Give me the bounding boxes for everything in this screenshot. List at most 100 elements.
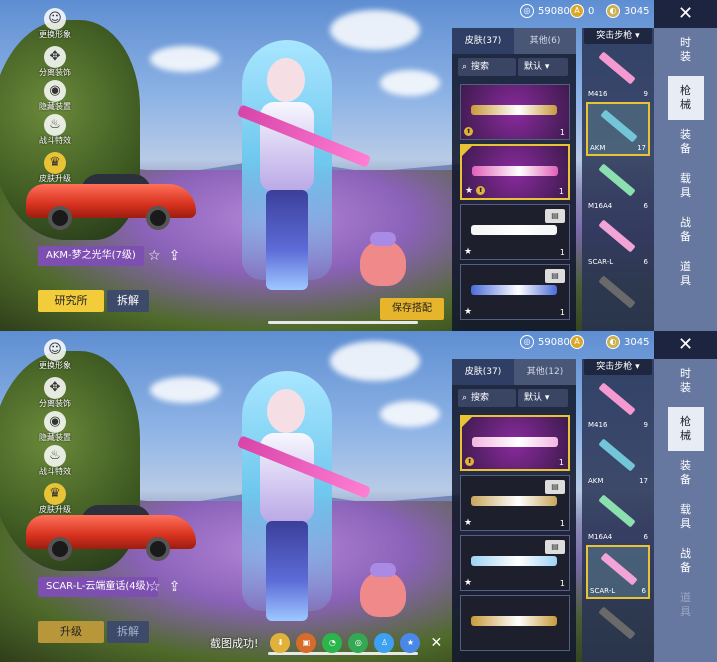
primary-action-button[interactable]: 升级 — [38, 621, 104, 643]
skin-card[interactable]: ⬆ 1 — [460, 84, 570, 140]
star-icon: ★ — [464, 518, 473, 528]
rifle-icon — [600, 552, 638, 586]
category-tab[interactable]: 道具 — [666, 583, 706, 627]
share-icon[interactable]: ⇪ — [169, 579, 181, 595]
qq-icon[interactable]: ♙ — [374, 633, 395, 653]
download-icon[interactable]: ⬇ — [270, 633, 291, 653]
category-tab[interactable]: 装备 — [666, 451, 706, 495]
hide-device-tool[interactable]: ◉ 隐藏装置 — [39, 80, 71, 112]
toast-message: 截图成功! — [210, 637, 259, 650]
gun-skin-image — [471, 285, 557, 295]
uc-currency: ◐ 3045 — [606, 4, 649, 18]
weapon-item[interactable] — [586, 270, 650, 324]
pet-model — [360, 563, 406, 617]
selected-check-icon — [462, 146, 472, 156]
category-tab[interactable]: 时装 — [666, 28, 706, 72]
screenshot-top: ☺ 更换形象 ✥ 分离装饰 ◉ 隐藏装置 ♨ 战斗特效 ♛ 皮肤升级 AKM-梦… — [0, 0, 717, 331]
weapon-skin-count: 17 — [639, 477, 648, 485]
split-icon: ✥ — [44, 377, 66, 399]
combat-effects-tool[interactable]: ♨ 战斗特效 — [39, 445, 71, 477]
weapon-item[interactable]: AKM 17 — [586, 102, 650, 156]
change-appearance-tool[interactable]: ☺ 更换形象 — [39, 339, 71, 371]
level-badge-icon: ⬆ — [476, 186, 485, 195]
peace-elite-icon[interactable]: ▣ — [296, 633, 317, 653]
category-tab[interactable]: 枪械 — [667, 407, 704, 451]
weapon-item[interactable]: SCAR-L 6 — [586, 545, 650, 599]
share-icon[interactable]: ⇪ — [169, 248, 181, 264]
category-tab[interactable]: 道具 — [666, 252, 706, 296]
weapon-item[interactable]: M416 9 — [586, 46, 650, 100]
search-input[interactable]: ⌕ 搜索 — [458, 58, 516, 76]
weapon-item[interactable]: M16A4 6 — [586, 489, 650, 543]
category-tab[interactable]: 时装 — [666, 359, 706, 403]
rifle-icon — [598, 382, 636, 416]
weapon-name: M416 — [588, 421, 608, 429]
tab-other[interactable]: 其他(6) — [514, 28, 576, 54]
weapon-item[interactable]: SCAR-L 6 — [586, 214, 650, 268]
gun-skin-image — [471, 556, 557, 566]
character-model[interactable] — [222, 361, 372, 631]
wechat-icon[interactable]: ◔ — [322, 633, 343, 653]
skin-list: ⬆ 1 ★ ⬆ 1 ▤ ★ 1 ▤ ★ 1 — [452, 84, 576, 320]
person-icon: ☺ — [44, 8, 66, 30]
close-icon[interactable]: ✕ — [654, 331, 717, 359]
combat-effects-tool[interactable]: ♨ 战斗特效 — [39, 114, 71, 146]
weapon-type-dropdown[interactable]: 突击步枪 ▾ — [584, 28, 652, 44]
weapon-item[interactable]: M416 9 — [586, 377, 650, 431]
star-icon: ★ — [464, 247, 473, 257]
skin-upgrade-tool[interactable]: ♛ 皮肤升级 — [39, 152, 71, 184]
skin-count: 1 — [559, 128, 565, 137]
primary-action-button[interactable]: 研究所 — [38, 290, 104, 312]
favorite-star-icon[interactable]: ☆ — [148, 248, 161, 264]
category-tab[interactable]: 载具 — [666, 164, 706, 208]
tab-skins[interactable]: 皮肤(37) — [452, 28, 514, 54]
skin-card[interactable]: ▤ ★ 1 — [460, 204, 570, 260]
skin-card[interactable]: ★ ⬆ 1 — [460, 144, 570, 200]
character-model[interactable] — [222, 30, 372, 300]
skin-card[interactable]: ▤ ★ 1 — [460, 264, 570, 320]
category-tab[interactable]: 枪械 — [667, 76, 704, 120]
scroll-indicator — [268, 321, 418, 324]
moments-icon[interactable]: ◎ — [348, 633, 369, 653]
crate-icon: ▤ — [545, 480, 565, 494]
favorite-star-icon[interactable]: ☆ — [148, 579, 161, 595]
eye-icon: ◉ — [44, 80, 66, 102]
tab-skins[interactable]: 皮肤(37) — [452, 359, 514, 385]
gun-skin-image — [472, 437, 558, 447]
search-input[interactable]: ⌕ 搜索 — [458, 389, 516, 407]
hide-device-tool[interactable]: ◉ 隐藏装置 — [39, 411, 71, 443]
weapon-item[interactable]: M16A4 6 — [586, 158, 650, 212]
separate-decor-tool[interactable]: ✥ 分离装饰 — [39, 377, 71, 409]
skins-panel: 皮肤(37) 其他(6) ⌕ 搜索 默认 ▾ ⬆ 1 ★ ⬆ 1 ▤ ★ 1 ▤ ★ 1 — [452, 28, 576, 331]
skin-card[interactable]: ▤ ★ 1 — [460, 475, 570, 531]
change-appearance-tool[interactable]: ☺ 更换形象 — [39, 8, 71, 40]
category-tab[interactable]: 战备 — [666, 208, 706, 252]
silver-currency: ◎ 59080 — [520, 4, 570, 18]
save-outfit-button[interactable]: 保存搭配 — [380, 298, 444, 320]
crown-icon: ♛ — [44, 483, 66, 505]
tab-other[interactable]: 其他(12) — [514, 359, 576, 385]
skin-count: 1 — [558, 187, 564, 196]
sort-dropdown[interactable]: 默认 ▾ — [518, 389, 568, 407]
qzone-icon[interactable]: ★ — [400, 633, 421, 653]
dismantle-button[interactable]: 拆解 — [107, 621, 149, 643]
skin-upgrade-tool[interactable]: ♛ 皮肤升级 — [39, 483, 71, 515]
flame-icon: ♨ — [44, 445, 66, 467]
weapon-item[interactable] — [586, 601, 650, 655]
weapon-type-dropdown[interactable]: 突击步枪 ▾ — [584, 359, 652, 375]
dismantle-button[interactable]: 拆解 — [107, 290, 149, 312]
weapon-skin-count: 6 — [643, 202, 648, 210]
category-tab[interactable]: 载具 — [666, 495, 706, 539]
category-tab[interactable]: 装备 — [666, 120, 706, 164]
flame-icon: ♨ — [44, 114, 66, 136]
category-tab[interactable]: 战备 — [666, 539, 706, 583]
sort-dropdown[interactable]: 默认 ▾ — [518, 58, 568, 76]
close-icon[interactable]: ✕ — [654, 0, 717, 28]
gold-coin-icon: A — [570, 4, 584, 18]
close-icon[interactable]: ✕ — [426, 633, 446, 653]
separate-decor-tool[interactable]: ✥ 分离装饰 — [39, 46, 71, 78]
skin-count: 1 — [559, 519, 565, 528]
skin-card[interactable]: ⬆ 1 — [460, 415, 570, 471]
weapon-item[interactable]: AKM 17 — [586, 433, 650, 487]
skin-card[interactable]: ▤ ★ 1 — [460, 535, 570, 591]
